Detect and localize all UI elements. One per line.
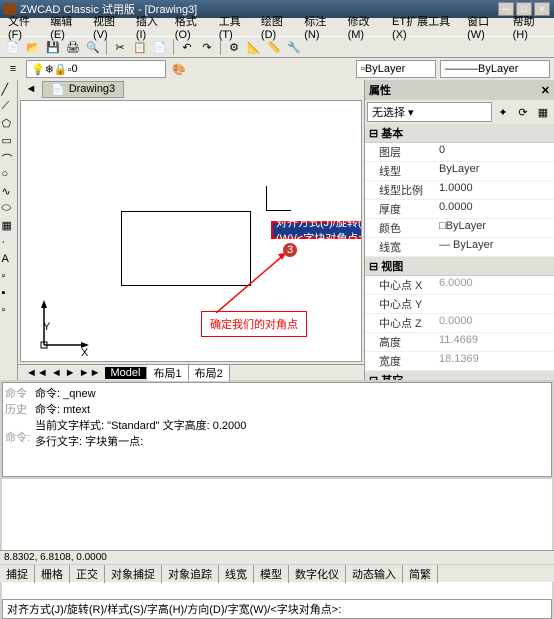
property-row[interactable]: 中心点 X6.0000 bbox=[365, 276, 554, 295]
model-tab[interactable]: 布局1 bbox=[147, 365, 188, 381]
lineweight-combo[interactable]: ——— ByLayer bbox=[440, 60, 550, 78]
circle-tool-icon[interactable]: ○ bbox=[1, 167, 17, 183]
menu-item[interactable]: 修改(M) bbox=[344, 12, 386, 42]
undo-icon[interactable]: ↶ bbox=[178, 38, 196, 56]
model-tab[interactable]: Model bbox=[105, 367, 148, 379]
status-toggle[interactable]: 对象追踪 bbox=[162, 565, 219, 583]
spline-tool-icon[interactable]: ∿ bbox=[1, 184, 17, 200]
polygon-tool-icon[interactable]: ⬠ bbox=[1, 116, 17, 132]
property-row[interactable]: 中心点 Z0.0000 bbox=[365, 314, 554, 333]
menubar: 文件(F)编辑(E)视图(V)插入(I)格式(O)工具(T)绘图(D)标注(N)… bbox=[0, 18, 554, 36]
document-tabs: ◄ 📄 Drawing3 bbox=[18, 80, 364, 98]
property-row[interactable]: 图层0 bbox=[365, 143, 554, 162]
props-tool-icon[interactable]: ▦ bbox=[534, 103, 552, 121]
command-prompt-highlight: 对齐方式(J)/旋转(R)/样式(S)/字高(H)/方向(D)/字宽(W)/<字… bbox=[271, 221, 362, 239]
paste-icon[interactable]: 📄 bbox=[151, 38, 169, 56]
status-toggle[interactable]: 栅格 bbox=[35, 565, 70, 583]
axis-y-label: Y bbox=[43, 321, 50, 333]
redo-icon[interactable]: ↷ bbox=[198, 38, 216, 56]
status-buttons: 捕捉栅格正交对象捕捉对象追踪线宽模型数字化仪动态输入简繁 bbox=[0, 565, 554, 583]
drawing-canvas[interactable]: 对齐方式(J)/旋转(R)/样式(S)/字高(H)/方向(D)/字宽(W)/<字… bbox=[20, 100, 362, 362]
property-section[interactable]: 基本 bbox=[365, 124, 554, 143]
statusbar: 8.8302, 6.8108, 0.0000 捕捉栅格正交对象捕捉对象追踪线宽模… bbox=[0, 550, 554, 582]
model-tab[interactable]: 布局2 bbox=[189, 365, 230, 381]
annotation-marker: 3 bbox=[283, 243, 297, 257]
status-toggle[interactable]: 线宽 bbox=[219, 565, 254, 583]
properties-grid[interactable]: 基本图层0线型ByLayer线型比例1.0000厚度0.0000颜色□ByLay… bbox=[365, 124, 554, 380]
status-toggle[interactable]: 数字化仪 bbox=[289, 565, 346, 583]
props-tool-icon[interactable]: ⟳ bbox=[514, 103, 532, 121]
props-tool-icon[interactable]: ✦ bbox=[494, 103, 512, 121]
ellipse-tool-icon[interactable]: ⬭ bbox=[1, 201, 17, 217]
tool-icon[interactable]: 🔧 bbox=[285, 38, 303, 56]
text-tool-icon[interactable]: A bbox=[1, 252, 17, 268]
command-input[interactable]: 对齐方式(J)/旋转(R)/样式(S)/字高(H)/方向(D)/字宽(W)/<字… bbox=[2, 599, 552, 619]
copy-icon[interactable]: 📋 bbox=[131, 38, 149, 56]
coordinates-display: 8.8302, 6.8108, 0.0000 bbox=[0, 551, 554, 565]
annotation-arrow bbox=[216, 248, 291, 313]
point-tool-icon[interactable]: · bbox=[1, 235, 17, 251]
selection-combo[interactable]: 无选择 ▾ bbox=[367, 102, 492, 122]
property-section[interactable]: 其它 bbox=[365, 371, 554, 380]
properties-panel: 属性 ✕ 无选择 ▾ ✦ ⟳ ▦ 基本图层0线型ByLayer线型比例1.000… bbox=[364, 80, 554, 380]
property-section[interactable]: 视图 bbox=[365, 257, 554, 276]
left-toolbar: ╱ ⟋ ⬠ ▭ ⌒ ○ ∿ ⬭ ▦ · A ▫ ▪ ▫ bbox=[0, 80, 18, 380]
status-toggle[interactable]: 模型 bbox=[254, 565, 289, 583]
property-row[interactable]: 线型ByLayer bbox=[365, 162, 554, 181]
open-icon[interactable]: 📂 bbox=[24, 38, 42, 56]
status-toggle[interactable]: 捕捉 bbox=[0, 565, 35, 583]
block-tool-icon[interactable]: ▫ bbox=[1, 269, 17, 285]
polyline-tool-icon[interactable]: ⟋ bbox=[1, 99, 17, 115]
layer-combo[interactable]: 💡❄🔒▫ 0 bbox=[26, 60, 166, 78]
property-row[interactable]: 线型比例1.0000 bbox=[365, 181, 554, 200]
property-row[interactable]: 高度11.4669 bbox=[365, 333, 554, 352]
hatch-tool-icon[interactable]: ▦ bbox=[1, 218, 17, 234]
line-tool-icon[interactable]: ╱ bbox=[1, 82, 17, 98]
layer-toolbar: ≡ 💡❄🔒▫ 0 🎨 ▫ ByLayer ——— ByLayer bbox=[0, 58, 554, 80]
command-text: 命令: _qnew命令: mtext当前文字样式: "Standard" 文字高… bbox=[35, 385, 549, 474]
corner-marker bbox=[266, 186, 291, 211]
cut-icon[interactable]: ✂ bbox=[111, 38, 129, 56]
status-toggle[interactable]: 正交 bbox=[70, 565, 105, 583]
panel-close-icon[interactable]: ✕ bbox=[541, 84, 550, 97]
layer-icon[interactable]: ≡ bbox=[4, 60, 22, 78]
properties-title: 属性 ✕ bbox=[365, 80, 554, 100]
layer-tool-icon[interactable]: 🎨 bbox=[170, 60, 188, 78]
annotation-callout: 确定我们的对角点 bbox=[201, 311, 307, 337]
menu-item[interactable]: 帮助(H) bbox=[509, 12, 550, 42]
menu-item[interactable]: 窗口(W) bbox=[463, 12, 507, 42]
save-icon[interactable]: 💾 bbox=[44, 38, 62, 56]
status-toggle[interactable]: 简繁 bbox=[403, 565, 438, 583]
document-tab[interactable]: 📄 Drawing3 bbox=[42, 81, 124, 98]
separator bbox=[220, 39, 221, 55]
separator bbox=[106, 39, 107, 55]
tool-icon[interactable]: ▪ bbox=[1, 286, 17, 302]
tool-icon[interactable]: ⚙ bbox=[225, 38, 243, 56]
tool-icon[interactable]: 📏 bbox=[265, 38, 283, 56]
arc-tool-icon[interactable]: ⌒ bbox=[1, 150, 17, 166]
status-toggle[interactable]: 对象捕捉 bbox=[105, 565, 162, 583]
preview-icon[interactable]: 🔍 bbox=[84, 38, 102, 56]
model-tabs: ◄◄ ◄ ► ►► Model布局1布局2 bbox=[18, 364, 364, 380]
color-combo[interactable]: ▫ ByLayer bbox=[356, 60, 436, 78]
tab-nav-icon[interactable]: ◄ bbox=[22, 80, 40, 98]
rect-tool-icon[interactable]: ▭ bbox=[1, 133, 17, 149]
property-row[interactable]: 厚度0.0000 bbox=[365, 200, 554, 219]
print-icon[interactable]: 🖨 bbox=[64, 38, 82, 56]
tool-icon[interactable]: 📐 bbox=[245, 38, 263, 56]
new-icon[interactable]: 📄 bbox=[4, 38, 22, 56]
property-row[interactable]: 中心点 Y bbox=[365, 295, 554, 314]
property-row[interactable]: 宽度18.1369 bbox=[365, 352, 554, 371]
separator bbox=[173, 39, 174, 55]
menu-item[interactable]: ET扩展工具(X) bbox=[388, 12, 461, 42]
command-history[interactable]: 命令历史命令: 命令: _qnew命令: mtext当前文字样式: "Stand… bbox=[2, 382, 552, 477]
status-toggle[interactable]: 动态输入 bbox=[346, 565, 403, 583]
property-row[interactable]: 颜色□ByLayer bbox=[365, 219, 554, 238]
tool-icon[interactable]: ▫ bbox=[1, 303, 17, 319]
axis-x-label: X bbox=[81, 347, 88, 359]
menu-item[interactable]: 标注(N) bbox=[300, 12, 341, 42]
property-row[interactable]: 线宽— ByLayer bbox=[365, 238, 554, 257]
